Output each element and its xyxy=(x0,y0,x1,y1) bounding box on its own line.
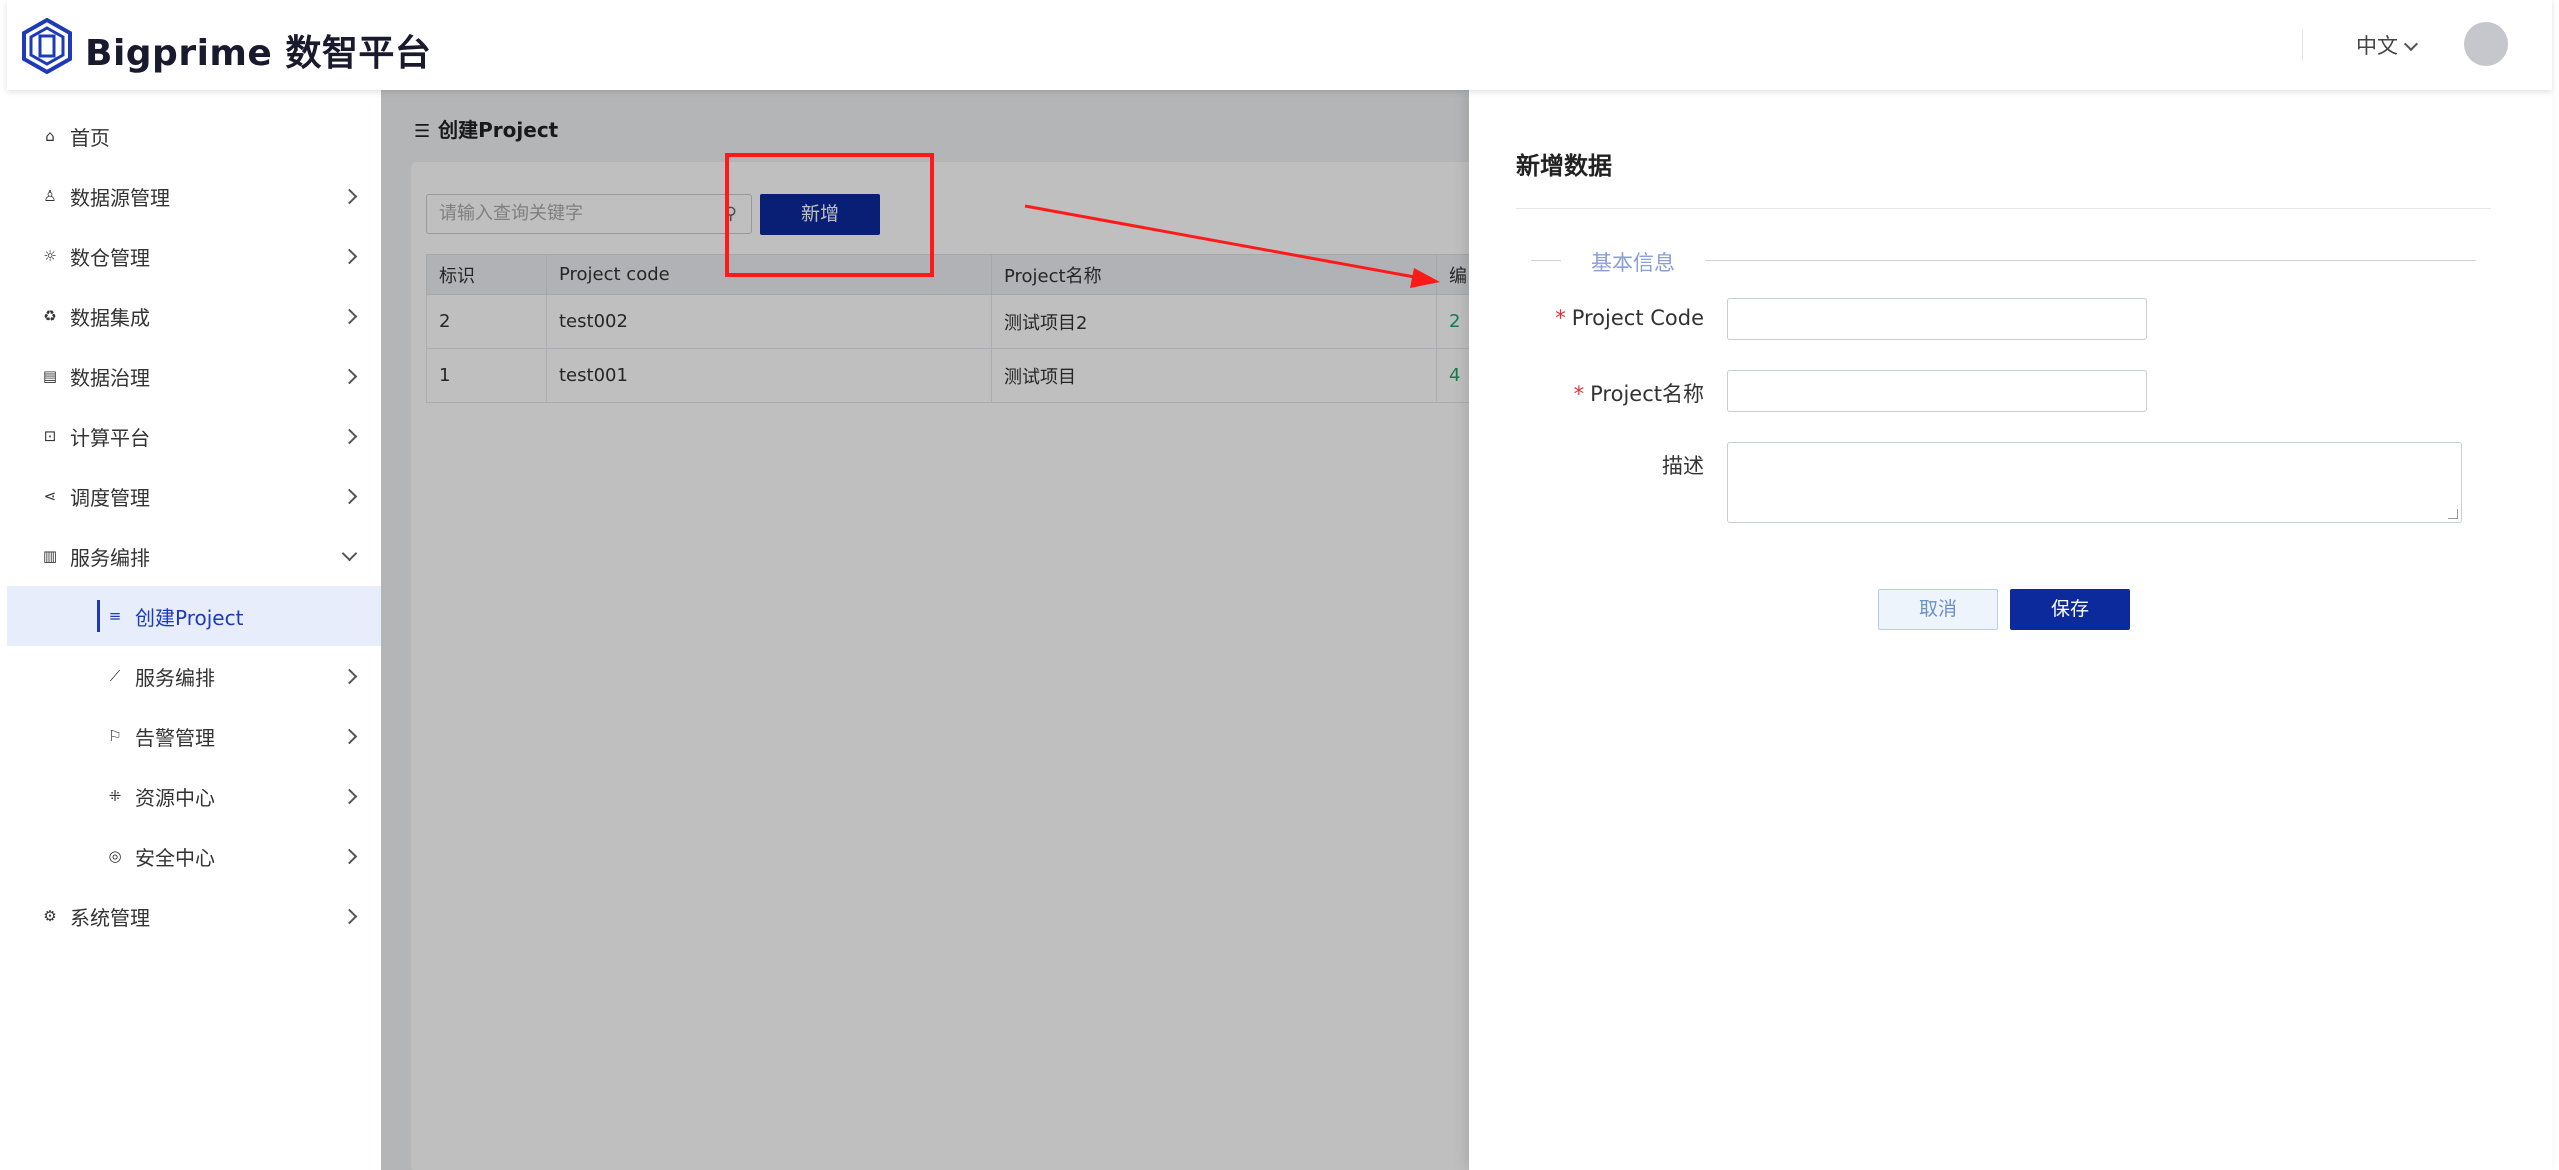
sidebar-item-datasource[interactable]: ♙ 数据源管理 xyxy=(7,166,381,226)
sidebar-item-home[interactable]: ⌂ 首页 xyxy=(7,106,381,166)
field-label-text: Project名称 xyxy=(1590,382,1704,406)
sidebar-item-resources[interactable]: ⁜ 资源中心 xyxy=(7,766,381,826)
chevron-right-icon xyxy=(341,668,358,684)
sidebar-item-label: 调度管理 xyxy=(70,485,150,510)
project-name-label: * Project名称 xyxy=(1524,378,1704,408)
language-label: 中文 xyxy=(2356,34,2398,58)
integration-icon: ♻ xyxy=(43,307,57,325)
save-button[interactable]: 保存 xyxy=(2010,589,2130,630)
sidebar-item-label: 系统管理 xyxy=(70,905,150,930)
add-data-drawer: 新增数据 基本信息 * Project Code * Project名称 描述 取消… xyxy=(1469,90,2552,1170)
shield-icon: ◎ xyxy=(108,847,122,865)
sidebar-item-alerts[interactable]: ⚐ 告警管理 xyxy=(7,706,381,766)
chevron-right-icon xyxy=(341,368,358,384)
sidebar-item-label: 数据源管理 xyxy=(70,185,170,210)
sidebar-item-label: 数仓管理 xyxy=(70,245,150,270)
chevron-right-icon xyxy=(341,308,358,324)
gear-icon: ⚙ xyxy=(43,907,57,925)
description-textarea[interactable] xyxy=(1727,442,2462,523)
annotation-highlight-box xyxy=(725,153,934,277)
project-name-input[interactable] xyxy=(1727,370,2147,412)
chevron-right-icon xyxy=(341,188,358,204)
sidebar-item-service-orchestration-sub[interactable]: ⟋ 服务编排 xyxy=(7,646,381,706)
sidebar-item-label: 数据治理 xyxy=(70,365,150,390)
sidebar-item-warehouse[interactable]: ☼ 数仓管理 xyxy=(7,226,381,286)
chevron-down-icon xyxy=(341,545,358,562)
avatar[interactable] xyxy=(2464,22,2508,66)
section-divider-left xyxy=(1531,260,1561,261)
database-icon: ♙ xyxy=(43,187,57,205)
sidebar-item-label: 计算平台 xyxy=(70,425,150,450)
compute-icon: ⊡ xyxy=(43,427,57,445)
sidebar-item-label: 安全中心 xyxy=(135,845,215,870)
chevron-right-icon xyxy=(341,788,358,804)
sidebar-item-system[interactable]: ⚙ 系统管理 xyxy=(7,886,381,946)
governance-icon: ▤ xyxy=(42,367,58,385)
active-indicator xyxy=(97,600,100,632)
header-divider xyxy=(2302,30,2303,60)
sidebar-item-governance[interactable]: ▤ 数据治理 xyxy=(7,346,381,406)
field-label-text: Project Code xyxy=(1571,306,1704,330)
project-code-label: * Project Code xyxy=(1524,306,1704,330)
home-icon: ⌂ xyxy=(45,127,55,145)
chevron-right-icon xyxy=(341,488,358,504)
sidebar-item-security[interactable]: ◎ 安全中心 xyxy=(7,826,381,886)
sidebar-item-integration[interactable]: ♻ 数据集成 xyxy=(7,286,381,346)
section-divider-right xyxy=(1705,260,2476,261)
warehouse-icon: ☼ xyxy=(43,247,57,265)
chevron-right-icon xyxy=(341,728,358,744)
logo-icon xyxy=(22,18,72,74)
chevron-down-icon xyxy=(2403,36,2419,52)
sidebar-item-label: 首页 xyxy=(70,125,110,150)
sidebar: ⌂ 首页 ♙ 数据源管理 ☼ 数仓管理 ♻ 数据集成 ▤ 数据治理 ⊡ 计算平台… xyxy=(7,90,381,1170)
sidebar-item-label: 服务编排 xyxy=(70,545,150,570)
resource-icon: ⁜ xyxy=(108,787,122,805)
required-mark: * xyxy=(1573,382,1585,406)
app-title: Bigprime 数智平台 xyxy=(85,33,432,74)
description-label: 描述 xyxy=(1524,450,1704,480)
sidebar-item-create-project[interactable]: ≡ 创建Project xyxy=(7,586,381,646)
chevron-right-icon xyxy=(341,428,358,444)
chevron-right-icon xyxy=(341,908,358,924)
sidebar-item-compute[interactable]: ⊡ 计算平台 xyxy=(7,406,381,466)
sidebar-item-schedule[interactable]: ⋖ 调度管理 xyxy=(7,466,381,526)
sidebar-item-label: 资源中心 xyxy=(135,785,215,810)
required-mark: * xyxy=(1555,306,1566,330)
language-selector[interactable]: 中文 xyxy=(2356,30,2419,60)
resize-handle-icon[interactable] xyxy=(2448,509,2458,519)
flag-icon: ⚐ xyxy=(108,727,122,745)
section-label: 基本信息 xyxy=(1591,251,1675,275)
sidebar-item-label: 数据集成 xyxy=(70,305,150,330)
cancel-button[interactable]: 取消 xyxy=(1878,589,1998,630)
sidebar-item-label: 服务编排 xyxy=(135,665,215,690)
sidebar-item-label: 告警管理 xyxy=(135,725,215,750)
chart-icon: ▥ xyxy=(42,547,58,565)
drawer-title: 新增数据 xyxy=(1516,152,1612,180)
sidebar-item-service-orchestration[interactable]: ▥ 服务编排 xyxy=(7,526,381,586)
line-chart-icon: ⟋ xyxy=(109,667,121,685)
project-code-input[interactable] xyxy=(1727,298,2147,340)
top-header: Bigprime 数智平台 中文 xyxy=(7,0,2552,90)
chevron-right-icon xyxy=(341,248,358,264)
field-label-text: 描述 xyxy=(1662,454,1704,478)
drawer-divider xyxy=(1516,208,2491,209)
sidebar-item-label: 创建Project xyxy=(135,605,244,630)
schedule-icon: ⋖ xyxy=(43,487,57,505)
list-icon: ≡ xyxy=(108,607,122,625)
chevron-right-icon xyxy=(341,848,358,864)
